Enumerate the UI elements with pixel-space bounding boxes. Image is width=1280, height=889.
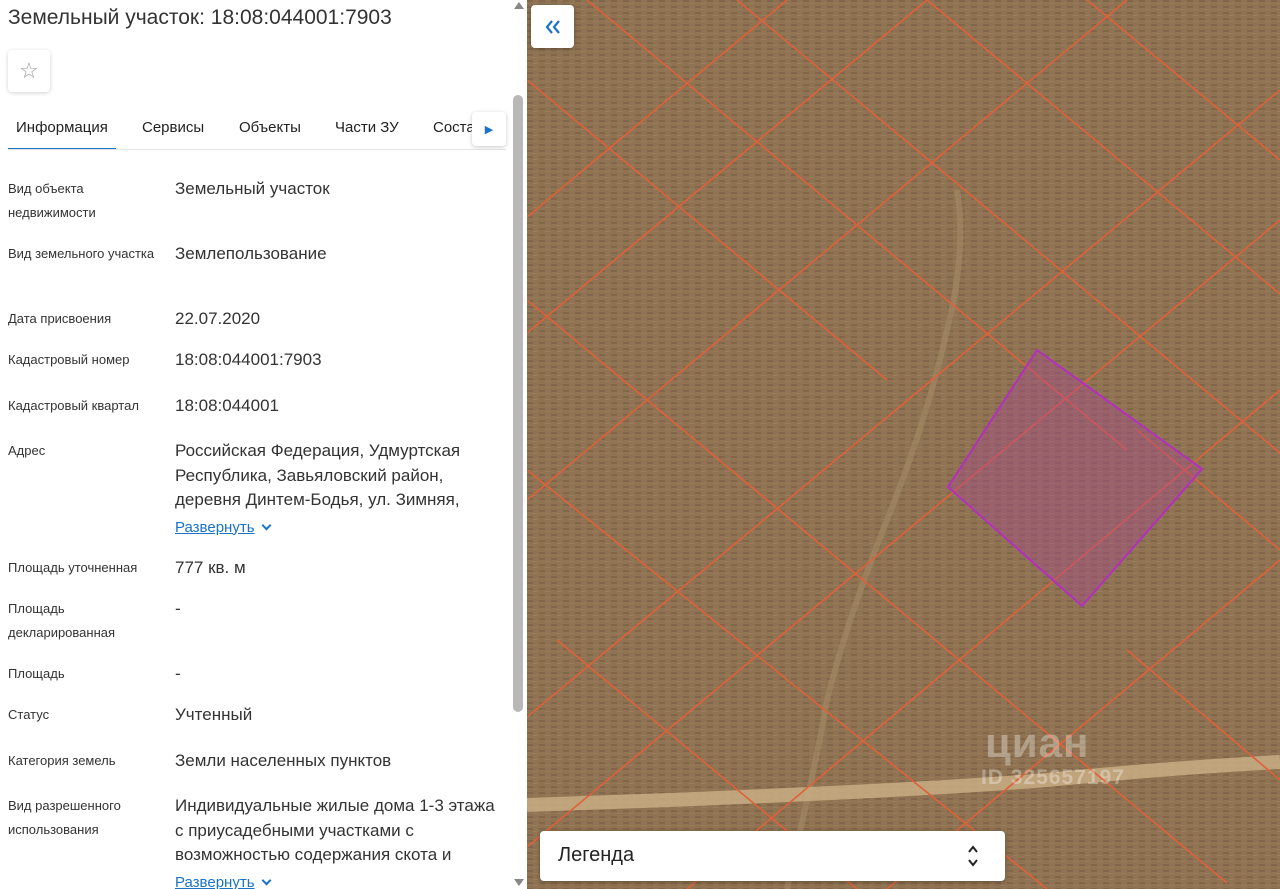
tab-bar: Информация Сервисы Объекты Части ЗУ Сост… [8,108,506,150]
tab-objects[interactable]: Объекты [239,119,301,136]
caret-right-icon: ▶ [484,123,494,136]
field-value: Земельный участок [175,179,330,198]
info-panel: Земельный участок: 18:08:044001:7903 ☆ И… [0,0,527,889]
field-label: Вид разрешенного использования [8,798,121,837]
collapse-panel-button[interactable] [531,5,574,48]
field-value: Земли населенных пунктов [175,751,392,770]
legend-select[interactable]: Легенда [540,831,1005,881]
field-label: Площадь декларированная [8,601,116,640]
panel-scrollbar[interactable] [512,0,524,889]
field-label: Площадь уточненная [8,560,138,575]
field-value: Землепользование [175,244,327,263]
permitted-use-expand-link[interactable]: Развернуть [175,871,271,889]
tab-services[interactable]: Сервисы [142,119,204,136]
page-title: Земельный участок: 18:08:044001:7903 [8,6,392,29]
up-down-arrows-icon [968,845,978,867]
scroll-thumb[interactable] [513,95,523,712]
field-value: - [175,664,181,683]
chevron-down-icon [261,520,271,530]
tab-information[interactable]: Информация [8,119,116,149]
field-label: Кадастровый квартал [8,398,139,413]
tabs-scroll-right-button[interactable]: ▶ [472,112,506,146]
address-text: Российская Федерация, Удмуртская Республ… [175,441,461,509]
chevron-down-icon [261,875,271,885]
tab-composition[interactable]: Соста [433,119,475,136]
field-value: 22.07.2020 [175,309,261,328]
watermark: циан ID 325657197 [945,720,1125,790]
field-label: Кадастровый номер [8,352,130,367]
address-expand-link[interactable]: Развернуть [175,516,271,541]
double-chevron-left-icon [545,19,560,34]
favorite-button[interactable]: ☆ [8,50,50,92]
field-value: 777 кв. м [175,558,246,577]
map-view[interactable] [527,0,1280,889]
expand-label: Развернуть [175,518,255,536]
field-label: Дата присвоения [8,311,112,326]
tab-parts[interactable]: Части ЗУ [335,119,399,136]
satellite-map [527,0,1280,889]
field-label: Вид объекта недвижимости [8,181,96,220]
field-value: Индивидуальные жилые дома 1-3 этажа с пр… [175,794,495,889]
field-value: 18:08:044001:7903 [175,350,322,369]
field-value: Российская Федерация, Удмуртская Республ… [175,439,495,540]
legend-label: Легенда [558,844,635,866]
permitted-use-text: Индивидуальные жилые дома 1-3 этажа с пр… [175,796,495,864]
scroll-up-arrow-icon[interactable] [514,2,524,9]
field-label: Адрес [8,443,46,458]
watermark-id: ID 325657197 [981,766,1125,789]
field-value: Учтенный [175,705,253,724]
watermark-brand: циан [985,719,1090,766]
field-label: Площадь [8,666,65,681]
field-label: Статус [8,707,50,722]
field-value: - [175,599,181,618]
expand-label: Развернуть [175,873,255,889]
star-icon: ☆ [19,58,39,83]
field-value: 18:08:044001 [175,396,279,415]
scroll-down-arrow-icon[interactable] [514,879,524,886]
field-label: Категория земель [8,753,116,768]
field-label: Вид земельного участка [8,246,155,261]
